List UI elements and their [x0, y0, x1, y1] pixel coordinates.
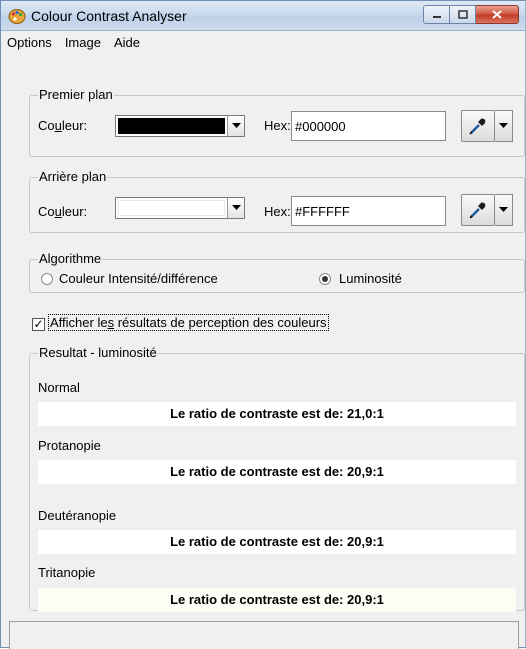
foreground-color-label: Couleur: [38, 118, 88, 133]
app-window: Colour Contrast Analyser Options Image A… [0, 0, 526, 649]
result-ratio-normal: Le ratio de contraste est de: 21,0:1 [38, 402, 516, 426]
foreground-combo-arrow[interactable] [227, 116, 244, 136]
maximize-icon [457, 10, 468, 19]
minimize-icon [432, 15, 441, 18]
foreground-hex-label: Hex: [264, 118, 291, 133]
eyedropper-icon [469, 202, 486, 219]
chevron-down-icon [499, 207, 508, 212]
foreground-swatch [118, 118, 225, 134]
perception-checkbox-label[interactable]: Afficher les résultats de perception des… [48, 314, 329, 331]
background-combo-arrow[interactable] [227, 198, 244, 218]
status-bar [9, 621, 519, 649]
perception-checkbox[interactable]: ✓ [32, 318, 45, 331]
background-hex-input[interactable] [291, 196, 446, 226]
results-legend: Resultat - luminosité [38, 345, 158, 360]
foreground-color-combo[interactable] [115, 115, 245, 137]
result-name-normal: Normal [38, 380, 80, 395]
close-button[interactable] [476, 5, 519, 24]
result-name-protanopie: Protanopie [38, 438, 101, 453]
window-title: Colour Contrast Analyser [31, 8, 187, 24]
foreground-legend: Premier plan [38, 87, 114, 102]
foreground-picker-menu[interactable] [495, 110, 513, 142]
chevron-down-icon [231, 205, 241, 210]
radio-intensity-difference-label[interactable]: Couleur Intensité/différence [59, 271, 218, 286]
menu-options[interactable]: Options [7, 35, 52, 50]
chevron-down-icon [499, 123, 508, 128]
minimize-button[interactable] [423, 5, 450, 24]
title-bar[interactable]: Colour Contrast Analyser [1, 1, 525, 31]
result-ratio-protanopie: Le ratio de contraste est de: 20,9:1 [38, 460, 516, 484]
eyedropper-icon [469, 118, 486, 135]
radio-luminosity[interactable] [319, 273, 331, 285]
background-legend: Arrière plan [38, 169, 108, 184]
window-controls [423, 5, 519, 25]
menu-image[interactable]: Image [65, 35, 101, 50]
background-picker-menu[interactable] [495, 194, 513, 226]
close-icon [492, 10, 502, 19]
palette-icon [8, 9, 26, 24]
result-ratio-tritanopie: Le ratio de contraste est de: 20,9:1 [38, 588, 516, 612]
radio-intensity-difference[interactable] [41, 273, 53, 285]
result-name-deuteranopie: Deutéranopie [38, 508, 117, 523]
foreground-hex-input[interactable] [291, 111, 446, 141]
menu-bar: Options Image Aide [1, 32, 525, 52]
background-hex-label: Hex: [264, 204, 291, 219]
results-group: Resultat - luminosité Normal Le ratio de… [29, 345, 525, 612]
menu-aide[interactable]: Aide [114, 35, 140, 50]
result-name-tritanopie: Tritanopie [38, 565, 96, 580]
result-ratio-deuteranopie: Le ratio de contraste est de: 20,9:1 [38, 530, 516, 554]
algorithm-legend: Algorithme [38, 251, 103, 266]
background-swatch [118, 200, 225, 216]
radio-luminosity-label[interactable]: Luminosité [339, 271, 402, 286]
background-color-label: Couleur: [38, 204, 88, 219]
background-color-combo[interactable] [115, 197, 245, 219]
foreground-picker-button[interactable] [461, 110, 495, 142]
maximize-button[interactable] [450, 5, 476, 24]
chevron-down-icon [231, 123, 241, 128]
background-picker-button[interactable] [461, 194, 495, 226]
